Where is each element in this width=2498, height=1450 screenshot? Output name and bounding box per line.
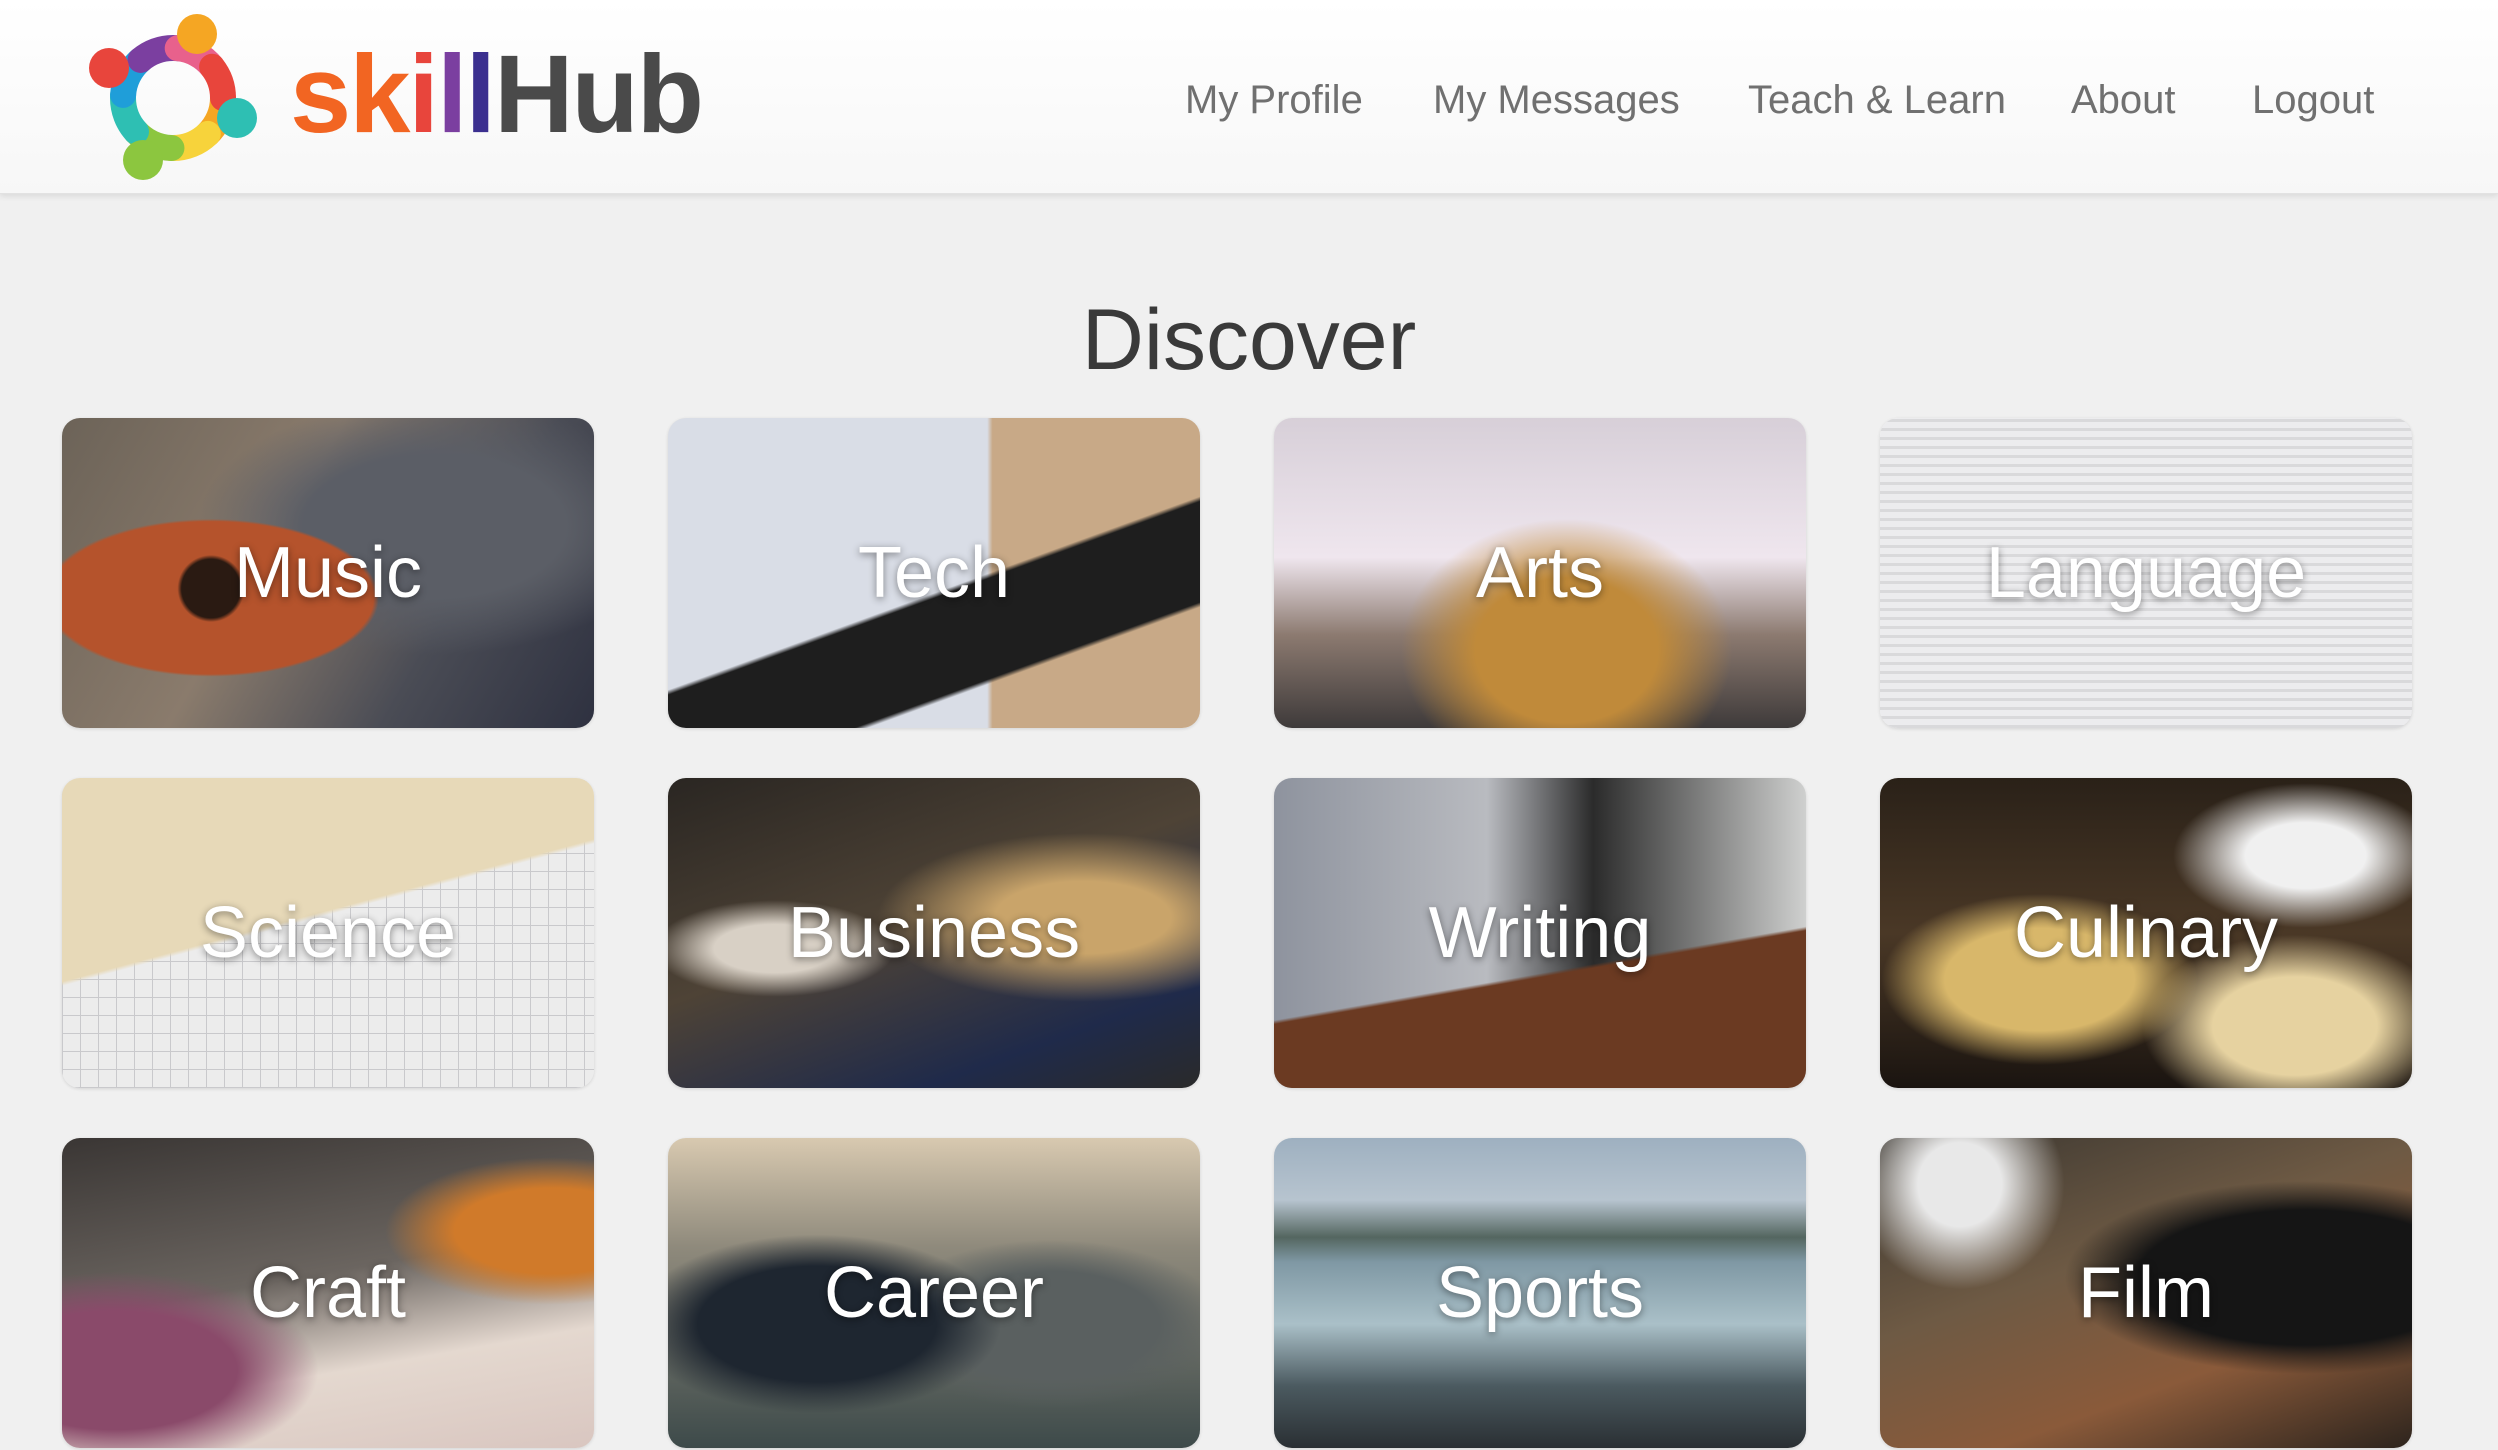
- category-tile-career[interactable]: Career: [668, 1138, 1200, 1448]
- category-tile-writing[interactable]: Writing: [1274, 778, 1806, 1088]
- category-label: Writing: [1428, 893, 1652, 973]
- category-label: Craft: [249, 1253, 407, 1333]
- category-tile-film[interactable]: Film: [1880, 1138, 2412, 1448]
- category-label: Music: [233, 533, 422, 613]
- category-tile-culinary[interactable]: Culinary: [1880, 778, 2412, 1088]
- category-label: Tech: [857, 533, 1011, 613]
- category-tile-business[interactable]: Business: [668, 778, 1200, 1088]
- category-label: Film: [2078, 1253, 2214, 1333]
- brand-letter: l: [436, 33, 468, 156]
- page-title: Discover: [1081, 292, 1417, 388]
- nav-my-messages-link[interactable]: My Messages: [1433, 70, 1680, 130]
- category-label: Business: [787, 893, 1081, 973]
- category-label: Career: [823, 1253, 1045, 1333]
- category-tile-language[interactable]: Language: [1880, 418, 2412, 728]
- category-tile-craft[interactable]: Craft: [62, 1138, 594, 1448]
- brand-name[interactable]: skillHub: [290, 20, 704, 170]
- category-label: Culinary: [2013, 893, 2279, 973]
- category-label: Language: [1985, 533, 2307, 613]
- brand-letter: i: [408, 33, 439, 156]
- category-label: Science: [199, 893, 457, 973]
- skillhub-logo-icon[interactable]: [85, 10, 260, 180]
- category-tile-arts[interactable]: Arts: [1274, 418, 1806, 728]
- category-tile-music[interactable]: Music: [62, 418, 594, 728]
- brand-letter: Hub: [494, 33, 704, 156]
- category-label: Arts: [1475, 533, 1604, 613]
- category-label: Sports: [1435, 1253, 1645, 1333]
- brand-letter: s: [290, 33, 351, 156]
- category-tile-science[interactable]: Science: [62, 778, 594, 1088]
- category-tile-sports[interactable]: Sports: [1274, 1138, 1806, 1448]
- nav-logout-link[interactable]: Logout: [2252, 70, 2374, 130]
- top-navigation-bar: skillHub My Profile My Messages Teach & …: [0, 0, 2498, 194]
- brand-letter: k: [349, 33, 410, 156]
- nav-teach-learn-link[interactable]: Teach & Learn: [1748, 70, 2006, 130]
- nav-my-profile-link[interactable]: My Profile: [1185, 70, 1363, 130]
- brand-letter: l: [465, 33, 497, 156]
- nav-about-link[interactable]: About: [2071, 70, 2176, 130]
- category-tile-tech[interactable]: Tech: [668, 418, 1200, 728]
